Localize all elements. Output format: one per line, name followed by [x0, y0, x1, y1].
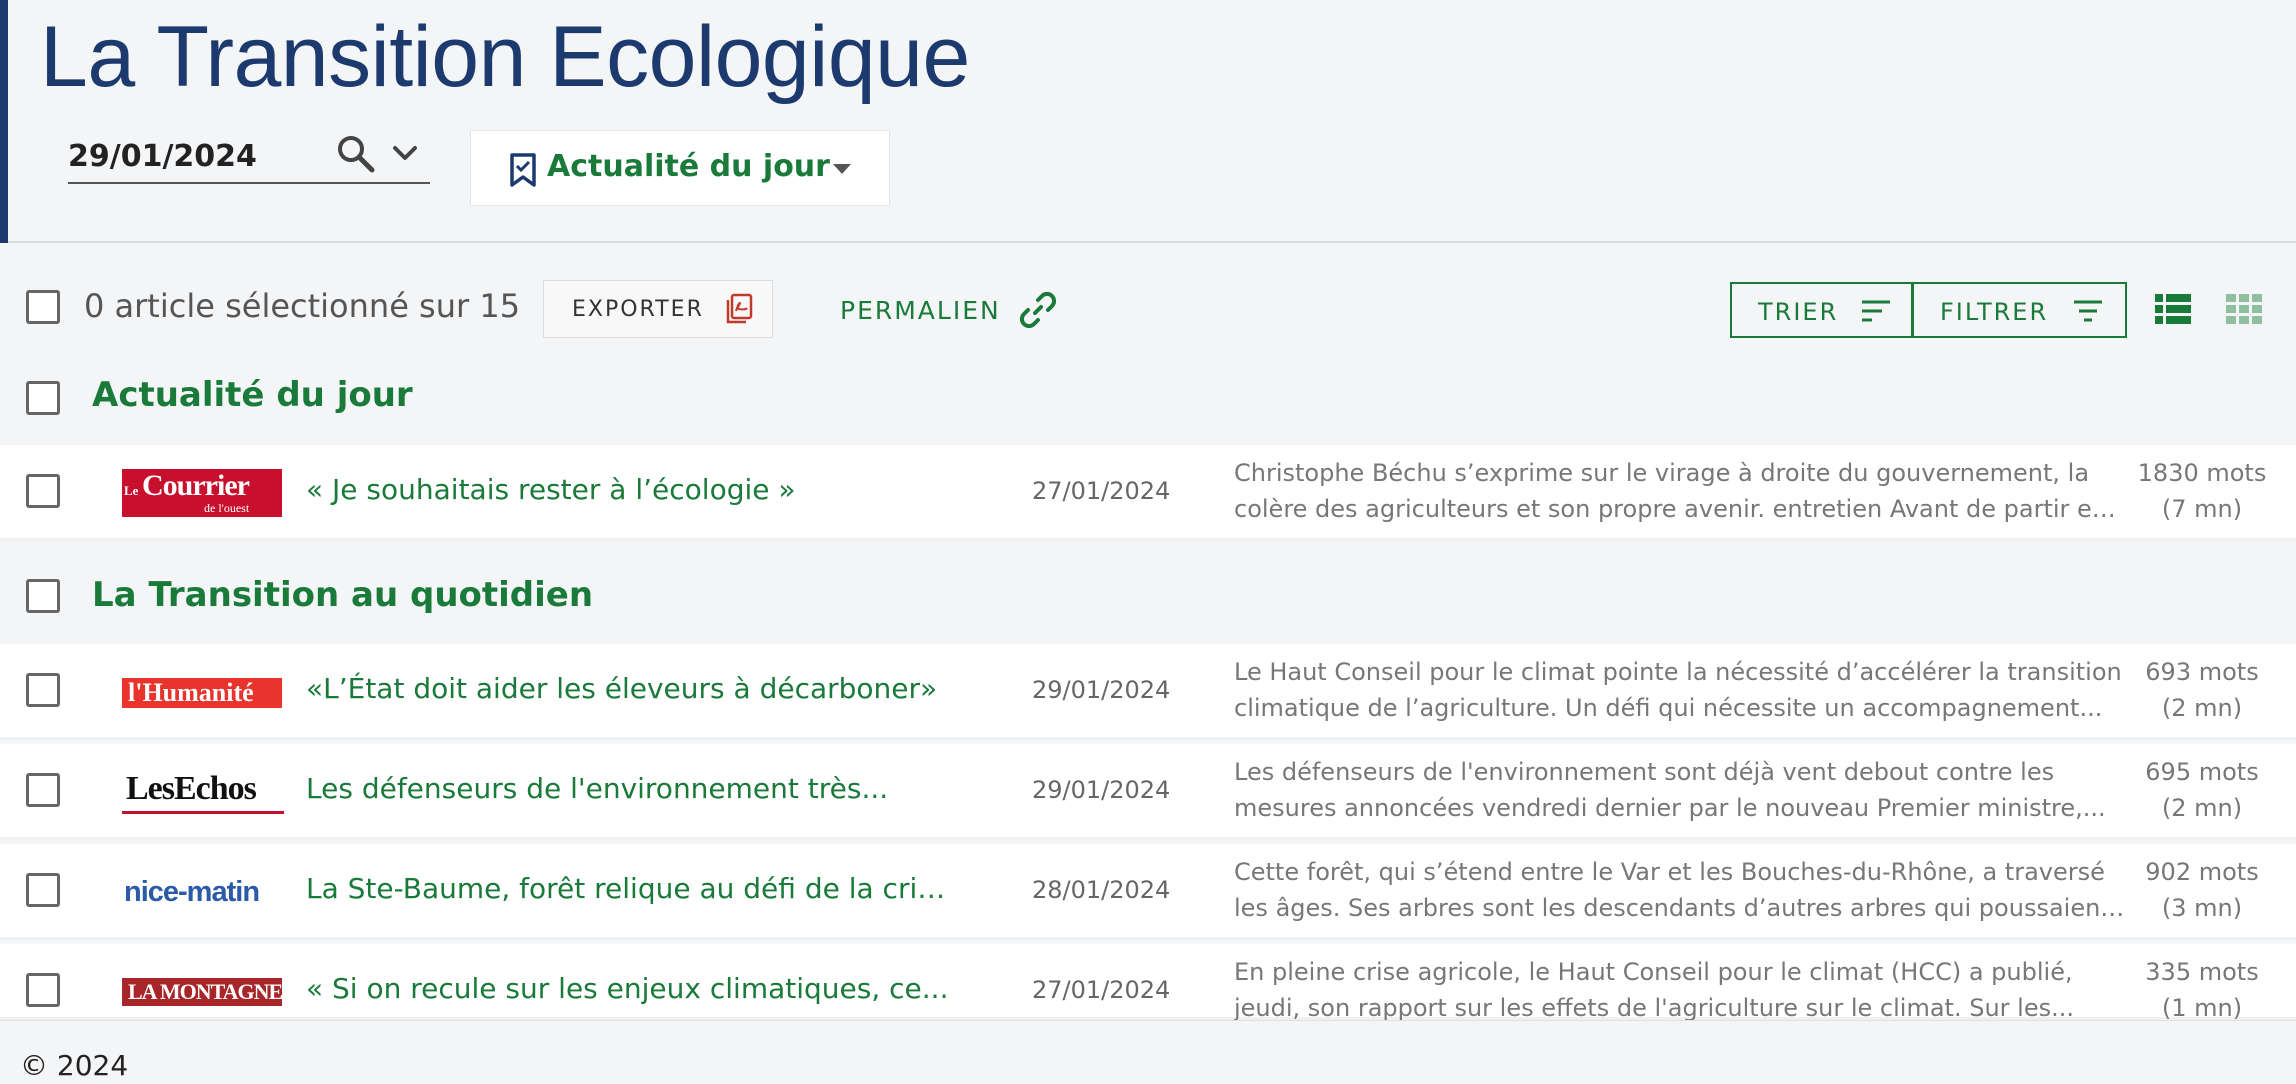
list-view-icon[interactable]	[2155, 293, 2191, 325]
page-header: La Transition Ecologique Actualité du jo…	[0, 0, 2296, 243]
filter-button-label: FILTRER	[1940, 298, 2049, 326]
article-headline[interactable]: «L’État doit aider les éleveurs à décarb…	[306, 672, 956, 705]
topic-dropdown[interactable]: Actualité du jour	[470, 130, 890, 206]
section-checkbox[interactable]	[26, 579, 60, 613]
article-date: 29/01/2024	[1032, 776, 1171, 804]
reading-time: (3 mn)	[2161, 894, 2243, 922]
article-checkbox[interactable]	[26, 673, 60, 707]
chevron-down-icon[interactable]	[390, 138, 420, 168]
article-word-count: 1830 mots (7 mn)	[2132, 455, 2272, 527]
article-headline[interactable]: Les défenseurs de l'environnement très..…	[306, 772, 956, 805]
summary-line: jeudi, son rapport sur les effets de l'a…	[1234, 994, 2074, 1020]
sort-button-label: TRIER	[1758, 298, 1839, 326]
export-button[interactable]: EXPORTER	[543, 280, 773, 338]
summary-line: mesures annoncées vendredi dernier par l…	[1234, 794, 2106, 822]
filter-icon	[2074, 300, 2102, 322]
summary-line: climatique de l’agriculture. Un défi qui…	[1234, 694, 2103, 722]
article-row[interactable]: l'Humanité «L’État doit aider les éleveu…	[0, 644, 2296, 740]
reading-time: (2 mn)	[2161, 794, 2243, 822]
filter-button[interactable]: FILTRER	[1912, 282, 2127, 338]
article-word-count: 695 mots (2 mn)	[2132, 754, 2272, 826]
summary-line: En pleine crise agricole, le Haut Consei…	[1234, 958, 2073, 986]
section-header: Actualité du jour	[0, 373, 2296, 445]
summary-line: Le Haut Conseil pour le climat pointe la…	[1234, 658, 2122, 686]
summary-line: les âges. Ses arbres sont les descendant…	[1234, 894, 2128, 922]
copyright: © 2024	[20, 1049, 129, 1082]
permalink-button-label: PERMALIEN	[840, 296, 1001, 325]
logo-text: l'Humanité	[128, 678, 254, 707]
article-date: 29/01/2024	[1032, 676, 1171, 704]
logo-text-courrier: Courrier	[142, 469, 250, 502]
article-word-count: 335 mots (1 mn)	[2132, 954, 2272, 1020]
logo-text: nice-matin	[124, 876, 260, 908]
article-checkbox[interactable]	[26, 973, 60, 1007]
logo-text: LesEchos	[126, 770, 257, 807]
summary-line: colère des agriculteurs et son propre av…	[1234, 495, 2128, 523]
reading-time: (2 mn)	[2161, 694, 2243, 722]
bookmark-icon	[510, 153, 536, 187]
source-logo-courrier-de-l-ouest: Le Courrier de l'ouest	[122, 469, 282, 517]
article-headline[interactable]: « Si on recule sur les enjeux climatique…	[306, 972, 956, 1005]
word-count: 335 mots	[2145, 958, 2259, 986]
date-input[interactable]	[68, 136, 328, 176]
article-summary: Christophe Béchu s’exprime sur le virage…	[1234, 455, 2128, 527]
article-summary: Cette forêt, qui s’étend entre le Var et…	[1234, 854, 2128, 926]
article-summary: En pleine crise agricole, le Haut Consei…	[1234, 954, 2128, 1020]
list-toolbar: 0 article sélectionné sur 15 EXPORTER PE…	[0, 245, 2296, 373]
reading-time: (7 mn)	[2161, 495, 2243, 523]
word-count: 902 mots	[2145, 858, 2259, 886]
article-date: 28/01/2024	[1032, 876, 1171, 904]
source-logo-la-montagne: LA MONTAGNE	[122, 978, 283, 1006]
link-icon	[1019, 291, 1057, 329]
summary-line: Christophe Béchu s’exprime sur le virage…	[1234, 459, 2090, 487]
section-header: La Transition au quotidien	[0, 541, 2296, 644]
article-row[interactable]: Le Courrier de l'ouest « Je souhaitais r…	[0, 445, 2296, 541]
article-checkbox[interactable]	[26, 873, 60, 907]
sort-button[interactable]: TRIER	[1730, 282, 1913, 338]
article-summary: Les défenseurs de l'environnement sont d…	[1234, 754, 2128, 826]
article-word-count: 902 mots (3 mn)	[2132, 854, 2272, 926]
word-count: 693 mots	[2145, 658, 2259, 686]
word-count: 695 mots	[2145, 758, 2259, 786]
article-word-count: 693 mots (2 mn)	[2132, 654, 2272, 726]
search-icon[interactable]	[336, 134, 376, 174]
logo-text-de-l-ouest: de l'ouest	[204, 501, 250, 515]
article-row[interactable]: LesEchos Les défenseurs de l'environneme…	[0, 744, 2296, 840]
article-checkbox[interactable]	[26, 773, 60, 807]
source-logo-l-humanite: l'Humanité	[122, 678, 282, 708]
date-picker[interactable]	[68, 128, 430, 184]
summary-line: Les défenseurs de l'environnement sont d…	[1234, 758, 2055, 786]
section-checkbox[interactable]	[26, 381, 60, 415]
article-date: 27/01/2024	[1032, 477, 1171, 505]
selection-count: 0 article sélectionné sur 15	[84, 287, 521, 325]
article-date: 27/01/2024	[1032, 976, 1171, 1004]
article-row[interactable]: LA MONTAGNE « Si on recule sur les enjeu…	[0, 944, 2296, 1020]
export-button-label: EXPORTER	[572, 297, 704, 322]
sort-icon	[1862, 300, 1890, 322]
caret-down-icon	[833, 164, 851, 174]
header-accent-bar	[0, 0, 8, 243]
article-summary: Le Haut Conseil pour le climat pointe la…	[1234, 654, 2128, 726]
logo-text-le: Le	[124, 483, 139, 498]
source-logo-nice-matin: nice-matin	[122, 872, 284, 912]
topic-dropdown-label: Actualité du jour	[547, 149, 830, 184]
summary-line: Cette forêt, qui s’étend entre le Var et…	[1234, 858, 2105, 886]
reading-time: (1 mn)	[2161, 994, 2243, 1020]
grid-view-icon[interactable]	[2226, 293, 2262, 325]
section-title: Actualité du jour	[92, 375, 413, 415]
article-row[interactable]: nice-matin La Ste-Baume, forêt relique a…	[0, 844, 2296, 940]
logo-text: LA MONTAGNE	[128, 979, 283, 1004]
pdf-export-icon	[726, 293, 753, 324]
page-title: La Transition Ecologique	[40, 9, 970, 105]
article-headline[interactable]: « Je souhaitais rester à l’écologie »	[306, 473, 956, 506]
section-title: La Transition au quotidien	[92, 575, 594, 615]
article-headline[interactable]: La Ste-Baume, forêt relique au défi de l…	[306, 872, 956, 905]
page-footer: © 2024	[0, 1020, 2296, 1084]
word-count: 1830 mots	[2137, 459, 2267, 487]
select-all-checkbox[interactable]	[26, 290, 60, 324]
source-logo-les-echos: LesEchos	[122, 768, 284, 814]
article-checkbox[interactable]	[26, 474, 60, 508]
permalink-button[interactable]: PERMALIEN	[838, 280, 1068, 338]
